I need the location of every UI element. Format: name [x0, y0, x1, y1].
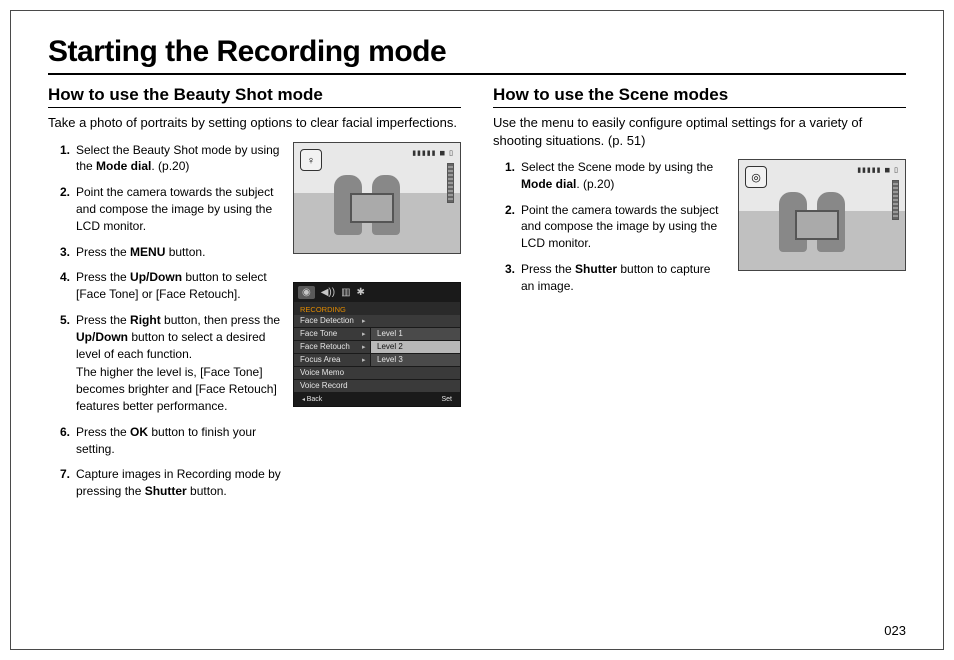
display-tab-icon: ▥ — [341, 287, 350, 298]
page-title: Starting the Recording mode — [48, 35, 906, 75]
scene-mode-preview: ◎ ▮▮▮▮▮ ◼ ▯ — [738, 159, 906, 271]
page-number: 023 — [884, 623, 906, 638]
list-item: 3. Press the MENU button. — [60, 244, 281, 261]
left-intro: Take a photo of portraits by setting opt… — [48, 114, 461, 132]
zoom-bar-icon — [447, 163, 454, 203]
list-item: 2.Point the camera towards the subject a… — [60, 184, 281, 234]
left-steps: 1. Select the Beauty Shot mode by using … — [48, 142, 281, 509]
list-item: 7. Capture images in Recording mode by p… — [60, 466, 281, 500]
status-icons: ▮▮▮▮▮ ◼ ▯ — [857, 166, 899, 174]
status-icons: ▮▮▮▮▮ ◼ ▯ — [412, 149, 454, 157]
scene-mode-icon: ◎ — [745, 166, 767, 188]
beauty-mode-icon: ♀ — [300, 149, 322, 171]
menu-section-label: RECORDING — [294, 302, 460, 315]
right-column: How to use the Scene modes Use the menu … — [493, 85, 906, 509]
menu-row: Face Detection▸ — [294, 315, 460, 328]
list-item: 2.Point the camera towards the subject a… — [505, 202, 726, 252]
list-item: 1. Select the Scene mode by using the Mo… — [505, 159, 726, 193]
right-heading: How to use the Scene modes — [493, 85, 906, 108]
menu-back-label: Back — [302, 396, 322, 403]
left-column: How to use the Beauty Shot mode Take a p… — [48, 85, 461, 509]
list-item: 3. Press the Shutter button to capture a… — [505, 261, 726, 295]
camera-tab-icon: ◉ — [298, 286, 315, 299]
menu-set-label: Set — [441, 396, 452, 403]
settings-tab-icon: ✱ — [357, 287, 365, 298]
menu-row: Focus Area▸Level 3 — [294, 354, 460, 367]
left-heading: How to use the Beauty Shot mode — [48, 85, 461, 108]
sound-tab-icon: ◀)) — [321, 287, 335, 298]
recording-menu: ◉ ◀)) ▥ ✱ RECORDING Face Detection▸ Face… — [293, 282, 461, 407]
menu-row: Voice Memo — [294, 367, 460, 380]
list-item: 4. Press the Up/Down button to select [F… — [60, 269, 281, 303]
menu-row: Face Retouch▸Level 2 — [294, 341, 460, 354]
menu-row: Face Tone▸Level 1 — [294, 328, 460, 341]
zoom-bar-icon — [892, 180, 899, 220]
beauty-shot-preview: ♀ ▮▮▮▮▮ ◼ ▯ — [293, 142, 461, 254]
list-item: 6. Press the OK button to finish your se… — [60, 424, 281, 458]
menu-row: Voice Record — [294, 380, 460, 393]
list-item: 1. Select the Beauty Shot mode by using … — [60, 142, 281, 176]
right-steps: 1. Select the Scene mode by using the Mo… — [493, 159, 726, 304]
right-intro: Use the menu to easily configure optimal… — [493, 114, 906, 149]
list-item: 5. Press the Right button, then press th… — [60, 312, 281, 415]
